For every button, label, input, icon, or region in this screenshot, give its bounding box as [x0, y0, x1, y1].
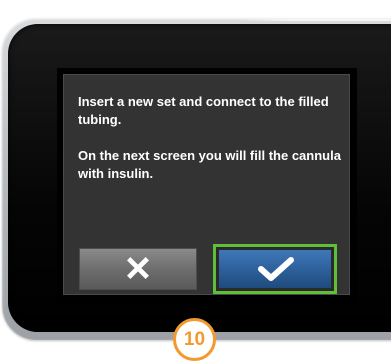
cancel-button[interactable]: [79, 248, 197, 290]
confirm-button[interactable]: [219, 250, 331, 288]
step-number-badge: 10: [173, 318, 216, 361]
bezel-highlight: [240, 18, 391, 21]
checkmark-icon: [258, 257, 294, 281]
tutorial-figure: Insert a new set and connect to the fill…: [0, 0, 391, 362]
close-x-icon: [127, 257, 149, 280]
dialog-message: Insert a new set and connect to the fill…: [78, 93, 343, 183]
dialog-message-line-1: Insert a new set and connect to the fill…: [78, 94, 329, 127]
dialog-message-line-2: On the next screen you will fill the can…: [78, 148, 341, 181]
